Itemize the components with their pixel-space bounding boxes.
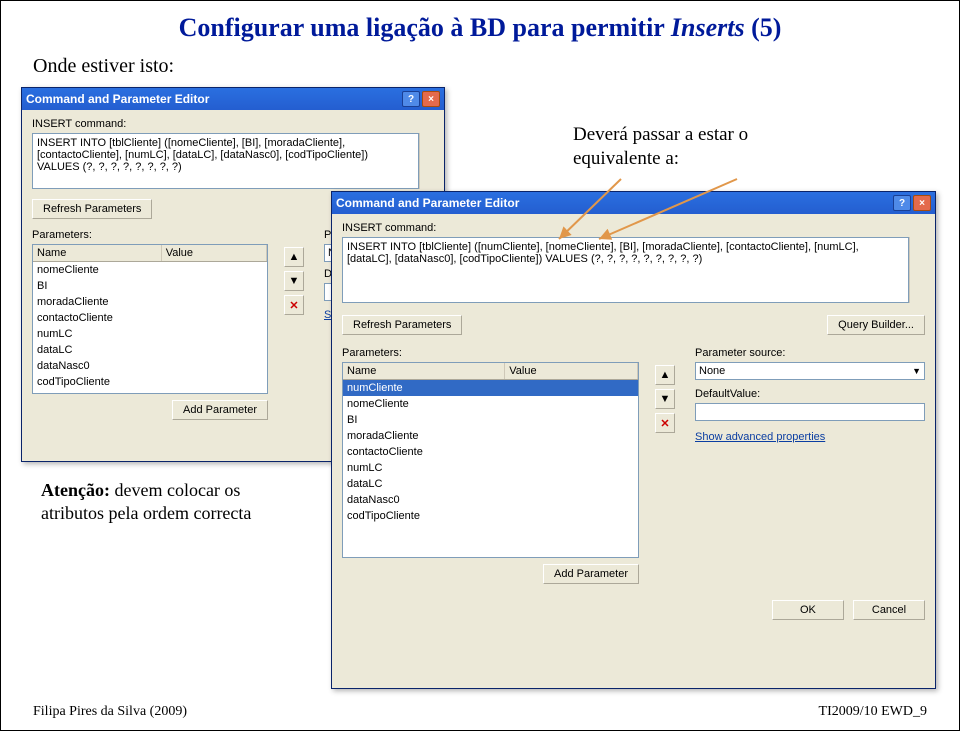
table-row[interactable]: nomeCliente [33, 262, 267, 278]
table-row[interactable]: contactoCliente [33, 310, 267, 326]
label-paramsource-2: Parameter source: [695, 347, 925, 359]
table-row[interactable]: codTipoCliente [33, 374, 267, 390]
ok-button[interactable]: OK [772, 600, 844, 620]
close-button-2[interactable]: × [913, 195, 931, 211]
arrow-down-icon: ▼ [660, 393, 671, 405]
table-row[interactable]: dataLC [343, 476, 638, 492]
label-insert-command-2: INSERT command: [342, 222, 925, 234]
table-row[interactable]: numCliente [343, 380, 638, 396]
table-row[interactable]: contactoCliente [343, 444, 638, 460]
label-parameters-1: Parameters: [32, 229, 268, 241]
label-insert-command-1: INSERT command: [32, 118, 434, 130]
caption2-line1: Deverá passar a estar o [573, 124, 748, 145]
footer-author: Filipa Pires da Silva (2009) [33, 704, 187, 720]
defaultvalue-input-2[interactable] [695, 403, 925, 421]
scrollbar-stub[interactable] [419, 133, 434, 189]
table-row[interactable]: numLC [33, 326, 267, 342]
move-up-button-1[interactable]: ▲ [284, 247, 304, 267]
grid-header-value-2: Value [505, 363, 638, 379]
table-row[interactable]: codTipoCliente [343, 508, 638, 524]
caption-devera-passar: Deverá passar a estar o equivalente a: [573, 123, 748, 171]
parameters-grid-1[interactable]: Name Value nomeClienteBImoradaClientecon… [32, 244, 268, 394]
refresh-parameters-button-2[interactable]: Refresh Parameters [342, 315, 462, 335]
table-row[interactable]: dataNasc0 [33, 358, 267, 374]
move-down-button-1[interactable]: ▼ [284, 271, 304, 291]
show-advanced-link-2[interactable]: Show advanced properties [695, 431, 825, 443]
help-button[interactable]: ? [402, 91, 420, 107]
dialog-editor-2: Command and Parameter Editor ? × INSERT … [331, 191, 936, 689]
help-button-2[interactable]: ? [893, 195, 911, 211]
page-title: Configurar uma ligação à BD para permiti… [1, 13, 959, 43]
sql-textarea-1[interactable]: INSERT INTO [tblCliente] ([nomeCliente],… [32, 133, 419, 189]
dialog2-title: Command and Parameter Editor [336, 196, 519, 210]
query-builder-button[interactable]: Query Builder... [827, 315, 925, 335]
title-italic: Inserts [671, 13, 745, 42]
paramsource-value-2: None [699, 365, 725, 377]
delete-icon: ✕ [289, 299, 298, 312]
title-suffix: (5) [745, 13, 782, 42]
table-row[interactable]: dataNasc0 [343, 492, 638, 508]
add-parameter-button-1[interactable]: Add Parameter [172, 400, 268, 420]
titlebar-1: Command and Parameter Editor ? × [22, 88, 444, 110]
table-row[interactable]: dataLC [33, 342, 267, 358]
footer-pageid: TI2009/10 EWD_9 [819, 704, 927, 720]
refresh-parameters-button-1[interactable]: Refresh Parameters [32, 199, 152, 219]
table-row[interactable]: moradaCliente [343, 428, 638, 444]
delete-icon: ✕ [660, 417, 669, 430]
arrow-down-icon: ▼ [289, 275, 300, 287]
delete-param-button-2[interactable]: ✕ [655, 413, 675, 433]
grid-header-name-2: Name [343, 363, 505, 379]
caption-onde-estiver: Onde estiver isto: [33, 55, 174, 78]
parameters-grid-2[interactable]: Name Value numClientenomeClienteBImorada… [342, 362, 639, 558]
table-row[interactable]: moradaCliente [33, 294, 267, 310]
titlebar-2: Command and Parameter Editor ? × [332, 192, 935, 214]
arrow-up-icon: ▲ [660, 369, 671, 381]
label-defaultvalue-2: DefaultValue: [695, 388, 925, 400]
caption-atencao: Atenção: devem colocar os atributos pela… [41, 479, 271, 524]
move-down-button-2[interactable]: ▼ [655, 389, 675, 409]
paramsource-select-2[interactable]: None ▼ [695, 362, 925, 380]
delete-param-button-1[interactable]: ✕ [284, 295, 304, 315]
label-parameters-2: Parameters: [342, 347, 639, 359]
scrollbar-stub-2[interactable] [909, 237, 925, 303]
table-row[interactable]: nomeCliente [343, 396, 638, 412]
caption3-bold: Atenção: [41, 480, 110, 500]
caption2-line2: equivalente a: [573, 148, 679, 169]
cancel-button[interactable]: Cancel [853, 600, 925, 620]
dialog1-title: Command and Parameter Editor [26, 92, 209, 106]
table-row[interactable]: BI [33, 278, 267, 294]
title-prefix: Configurar uma ligação à BD para permiti… [179, 13, 671, 42]
grid-header-name-1: Name [33, 245, 162, 261]
sql-textarea-2[interactable]: INSERT INTO [tblCliente] ([numCliente], … [342, 237, 909, 303]
table-row[interactable]: numLC [343, 460, 638, 476]
chevron-down-icon: ▼ [912, 366, 921, 376]
close-button[interactable]: × [422, 91, 440, 107]
grid-header-value-1: Value [162, 245, 267, 261]
add-parameter-button-2[interactable]: Add Parameter [543, 564, 639, 584]
arrow-up-icon: ▲ [289, 251, 300, 263]
table-row[interactable]: BI [343, 412, 638, 428]
move-up-button-2[interactable]: ▲ [655, 365, 675, 385]
